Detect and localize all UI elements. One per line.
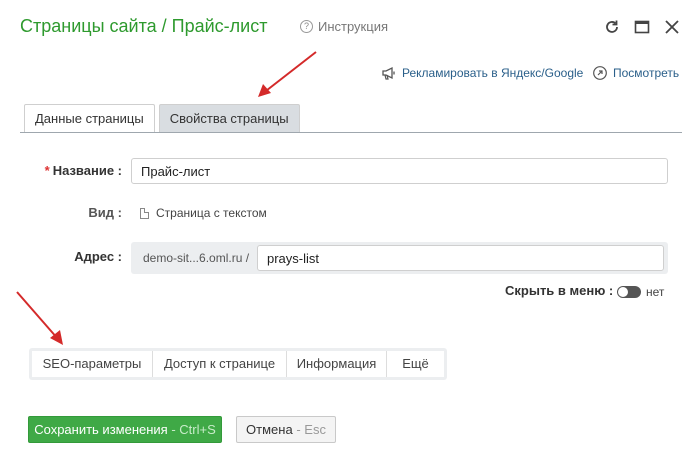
tab-bar: Данные страницы Свойства страницы xyxy=(24,104,300,132)
maximize-icon xyxy=(634,20,650,34)
required-mark: * xyxy=(44,163,50,178)
name-label: * Название : xyxy=(44,163,122,178)
annotation-arrow-icon xyxy=(16,291,63,345)
tab-divider xyxy=(20,132,682,133)
information-button[interactable]: Информация xyxy=(287,351,387,377)
address-slug-input[interactable] xyxy=(257,245,664,271)
save-label: Сохранить изменения xyxy=(34,422,168,437)
help-label: Инструкция xyxy=(318,19,388,34)
save-button[interactable]: Сохранить изменения - Ctrl+S xyxy=(28,416,222,443)
close-button[interactable] xyxy=(663,18,681,36)
hide-menu-value: нет xyxy=(646,285,665,299)
cancel-button[interactable]: Отмена - Esc xyxy=(236,416,336,443)
seo-params-button[interactable]: SEO-параметры xyxy=(32,351,153,377)
tab-page-data[interactable]: Данные страницы xyxy=(24,104,155,132)
advertise-label: Рекламировать в Яндекс/Google xyxy=(402,66,584,80)
hide-menu-label: Скрыть в меню : xyxy=(505,283,614,298)
refresh-icon xyxy=(606,20,618,33)
megaphone-icon xyxy=(382,66,395,80)
help-link[interactable]: ? Инструкция xyxy=(300,19,388,34)
page-access-button[interactable]: Доступ к странице xyxy=(153,351,287,377)
view-link[interactable]: Посмотреть xyxy=(592,65,679,81)
cancel-label: Отмена xyxy=(246,422,293,437)
maximize-button[interactable] xyxy=(633,18,651,36)
advertise-link[interactable]: Рекламировать в Яндекс/Google xyxy=(381,65,583,81)
annotation-arrow-icon xyxy=(258,51,317,97)
address-label: Адрес : xyxy=(74,249,122,264)
document-icon xyxy=(140,207,149,219)
question-circle-icon: ? xyxy=(300,20,313,33)
view-value-text: Страница с текстом xyxy=(156,206,267,220)
hide-menu-toggle[interactable] xyxy=(617,286,641,298)
section-bar: SEO-параметры Доступ к странице Информац… xyxy=(29,348,447,380)
refresh-button[interactable] xyxy=(603,18,621,36)
page-title: Страницы сайта / Прайс-лист xyxy=(20,16,268,36)
close-icon xyxy=(665,20,679,34)
cancel-hint: - Esc xyxy=(296,422,326,437)
tab-page-properties[interactable]: Свойства страницы xyxy=(158,104,300,132)
view-value: Страница с текстом xyxy=(140,206,267,220)
address-domain-prefix: demo-sit...6.oml.ru / xyxy=(143,251,250,265)
view-label: Посмотреть xyxy=(613,66,680,80)
name-input[interactable] xyxy=(131,158,668,184)
external-view-icon xyxy=(593,66,607,80)
save-hint: - Ctrl+S xyxy=(171,422,216,437)
view-label: Вид : xyxy=(88,205,122,220)
more-button[interactable]: Ещё xyxy=(387,351,444,377)
